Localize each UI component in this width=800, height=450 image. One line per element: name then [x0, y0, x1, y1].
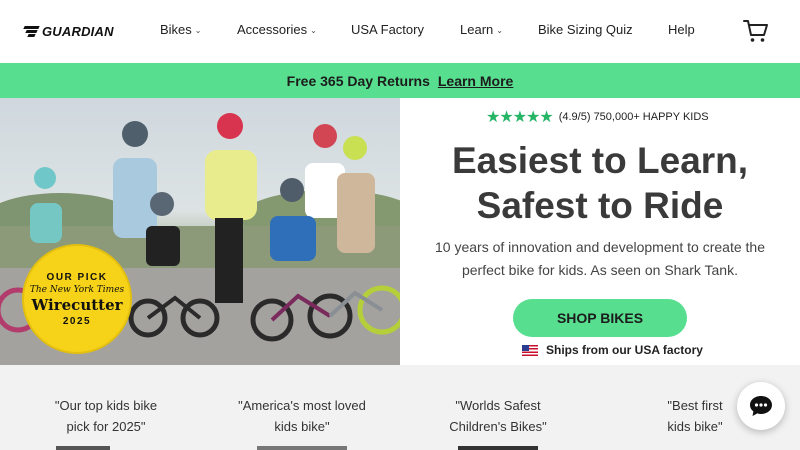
badge-year: 2025: [62, 315, 92, 327]
quote-line: "Worlds Safest: [455, 398, 541, 413]
rating-summary: ★★★★★ (4.9/5) 750,000+ HAPPY KIDS: [486, 108, 709, 126]
nav-accessories[interactable]: Accessories ⌄: [237, 22, 317, 37]
press-quote: "America's most loved kids bike": [226, 395, 378, 437]
logo-text: GUARDIAN: [42, 23, 114, 39]
guardian-logo[interactable]: GUARDIAN: [23, 23, 114, 39]
chevron-down-icon: ⌄: [310, 25, 317, 35]
quote-line: kids bike": [274, 419, 330, 434]
press-quotes-section: "Our top kids bike pick for 2025" "Ameri…: [0, 365, 800, 450]
wirecutter-badge: OUR PICK The New York Times Wirecutter 2…: [22, 244, 132, 354]
promo-banner: Free 365 Day Returns Learn More: [0, 63, 800, 98]
nav-bike-sizing-quiz-label: Bike Sizing Quiz: [538, 22, 633, 37]
nav-accessories-label: Accessories: [237, 22, 308, 37]
chat-button[interactable]: [737, 382, 785, 430]
ships-from-usa: Ships from our USA factory: [522, 342, 703, 358]
learn-more-link[interactable]: Learn More: [438, 73, 513, 89]
star-rating-icon: ★★★★★: [486, 109, 554, 126]
nav-help[interactable]: Help: [668, 22, 695, 37]
site-header: GUARDIAN Bikes ⌄ Accessories ⌄ USA Facto…: [0, 0, 800, 63]
hero-photo: OUR PICK The New York Times Wirecutter 2…: [0, 98, 400, 365]
quote-line: pick for 2025": [66, 419, 146, 434]
headline-line-2: Safest to Ride: [476, 185, 724, 226]
quote-line: "America's most loved: [238, 398, 366, 413]
nav-usa-factory-label: USA Factory: [351, 22, 424, 37]
nav-learn[interactable]: Learn ⌄: [460, 22, 503, 37]
rating-text: (4.9/5) 750,000+ HAPPY KIDS: [558, 111, 709, 123]
nav-usa-factory[interactable]: USA Factory: [351, 22, 424, 37]
nav-bike-sizing-quiz[interactable]: Bike Sizing Quiz: [538, 22, 633, 37]
logo-mark-icon: [23, 25, 40, 37]
nav-bikes-label: Bikes: [160, 22, 192, 37]
ships-text: Ships from our USA factory: [546, 343, 703, 357]
nav-learn-label: Learn: [460, 22, 494, 37]
quote-line: kids bike": [667, 419, 723, 434]
chat-bubble-icon: [750, 396, 772, 416]
hero-subtext: 10 years of innovation and development t…: [435, 239, 765, 278]
chevron-down-icon: ⌄: [496, 25, 503, 35]
press-logo: [56, 446, 110, 450]
quote-line: "Our top kids bike: [54, 398, 158, 413]
nav-help-label: Help: [668, 22, 695, 37]
shop-bikes-button[interactable]: SHOP BIKES: [513, 299, 687, 337]
badge-wirecutter: Wirecutter: [31, 295, 123, 314]
hero-headline: Easiest to Learn, Safest to Ride: [400, 138, 800, 228]
badge-publication: The New York Times: [29, 284, 125, 295]
press-quote: "Our top kids bike pick for 2025": [40, 395, 172, 437]
chevron-down-icon: ⌄: [194, 25, 202, 35]
cart-icon[interactable]: [743, 18, 769, 44]
press-logo: [458, 446, 538, 450]
press-quote: "Worlds Safest Children's Bikes": [436, 395, 560, 437]
quote-line: Children's Bikes": [449, 419, 547, 434]
badge-our-pick: OUR PICK: [46, 271, 108, 283]
banner-text: Free 365 Day Returns: [286, 72, 430, 89]
press-quote: "Best first kids bike": [650, 395, 740, 437]
headline-line-1: Easiest to Learn,: [451, 140, 749, 181]
nav-bikes[interactable]: Bikes ⌄: [160, 22, 202, 37]
us-flag-icon: [522, 344, 538, 356]
quote-line: "Best first: [667, 398, 723, 413]
press-logo: [257, 446, 347, 450]
